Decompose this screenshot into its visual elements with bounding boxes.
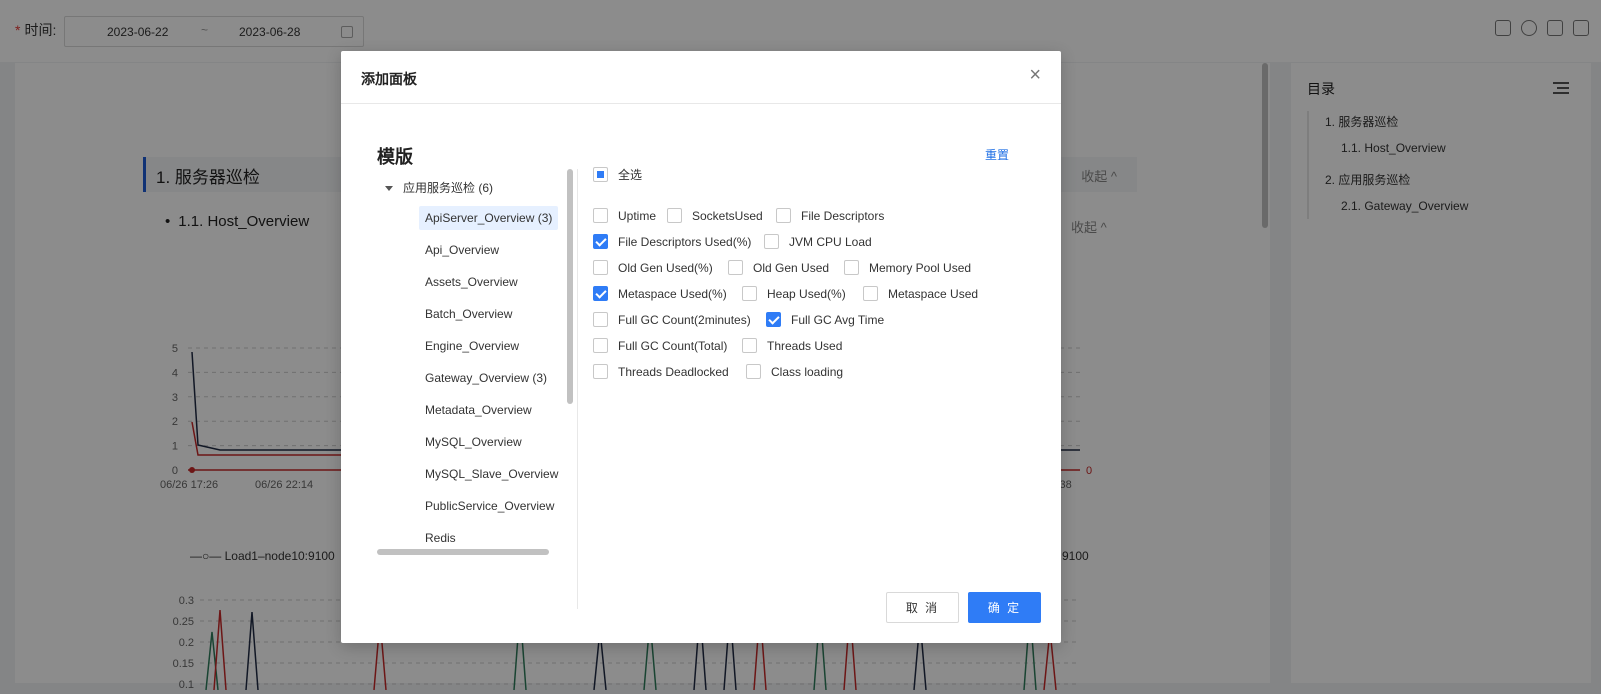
metric-checkbox[interactable]: Metaspace Used(%)	[593, 286, 727, 301]
metric-checkbox[interactable]: File Descriptors Used(%)	[593, 234, 751, 249]
checkbox-empty-icon[interactable]	[844, 260, 859, 275]
metric-checkbox[interactable]: Full GC Count(Total)	[593, 338, 727, 353]
metric-checkbox[interactable]: Memory Pool Used	[844, 260, 971, 275]
metric-label: Heap Used(%)	[767, 286, 846, 301]
metric-label: Memory Pool Used	[869, 260, 972, 275]
caret-down-icon[interactable]	[385, 186, 393, 192]
confirm-button[interactable]: 确 定	[968, 592, 1041, 623]
metric-label: Full GC Count(Total)	[618, 338, 728, 353]
metric-checkbox[interactable]: Heap Used(%)	[742, 286, 846, 301]
checkbox-empty-icon[interactable]	[742, 338, 757, 353]
tree-item[interactable]: Api_Overview	[419, 238, 505, 262]
metric-label: File Descriptors	[801, 208, 885, 223]
template-title: 模版	[377, 147, 413, 167]
checkbox-empty-icon[interactable]	[593, 208, 608, 223]
checkbox-empty-icon[interactable]	[764, 234, 779, 249]
metric-label: File Descriptors Used(%)	[618, 234, 752, 249]
metric-checkbox[interactable]: Full GC Count(2minutes)	[593, 312, 751, 327]
modal-header: 添加面板 ×	[341, 51, 1061, 104]
checkbox-empty-icon[interactable]	[593, 364, 608, 379]
close-icon[interactable]: ×	[1029, 65, 1041, 85]
metric-label: Full GC Count(2minutes)	[618, 312, 751, 327]
tree-item[interactable]: PublicService_Overview	[419, 494, 560, 518]
checkbox-checked-icon[interactable]	[593, 286, 608, 301]
tree-item[interactable]: ApiServer_Overview (3)	[419, 206, 559, 230]
metric-label: Old Gen Used(%)	[618, 260, 713, 275]
tree-item[interactable]: Batch_Overview	[419, 302, 518, 326]
tree-item[interactable]: Gateway_Overview (3)	[419, 366, 553, 390]
cancel-button[interactable]: 取 消	[886, 592, 959, 623]
metric-checkbox[interactable]: Uptime	[593, 208, 656, 223]
modal-title: 添加面板	[361, 71, 417, 87]
checkbox-checked-icon[interactable]	[593, 234, 608, 249]
tree-item[interactable]: Metadata_Overview	[419, 398, 538, 422]
tree-item[interactable]: Assets_Overview	[419, 270, 524, 294]
template-tree: 应用服务巡检 (6) ApiServer_Overview (3) Api_Ove…	[377, 169, 573, 607]
metric-label: Uptime	[618, 208, 657, 223]
tree-item[interactable]: MySQL_Overview	[419, 430, 528, 454]
checkbox-indeterminate-icon[interactable]	[593, 167, 608, 182]
metric-checkbox[interactable]: JVM CPU Load	[764, 234, 872, 249]
checkbox-empty-icon[interactable]	[593, 338, 608, 353]
checkbox-checked-icon[interactable]	[766, 312, 781, 327]
metric-label: Threads Used	[767, 338, 843, 353]
metric-checkbox[interactable]: Old Gen Used(%)	[593, 260, 713, 275]
metric-label: Old Gen Used	[753, 260, 830, 275]
panel-divider	[577, 169, 578, 609]
metric-label: Metaspace Used(%)	[618, 286, 727, 301]
tree-root-node[interactable]: 应用服务巡检 (6)	[385, 179, 493, 196]
select-all-checkbox[interactable]: 全选	[593, 166, 642, 183]
metric-checkbox[interactable]: Threads Used	[742, 338, 842, 353]
metric-label: Class loading	[771, 364, 844, 379]
add-panel-modal: 添加面板 × 模版 重置 应用服务巡检 (6) ApiServer_Overvi…	[341, 51, 1061, 643]
metric-label: Threads Deadlocked	[618, 364, 729, 379]
checkbox-empty-icon[interactable]	[742, 286, 757, 301]
reset-button[interactable]: 重置	[985, 146, 1009, 163]
metric-label: SocketsUsed	[692, 208, 763, 223]
checkbox-empty-icon[interactable]	[863, 286, 878, 301]
checkbox-empty-icon[interactable]	[728, 260, 743, 275]
tree-vertical-scrollbar[interactable]	[567, 169, 573, 404]
metric-checkbox[interactable]: File Descriptors	[776, 208, 884, 223]
metric-label: Metaspace Used	[888, 286, 979, 301]
tree-item[interactable]: Redis	[419, 526, 462, 550]
metric-checkbox[interactable]: Full GC Avg Time	[766, 312, 884, 327]
metric-checkbox[interactable]: Class loading	[746, 364, 843, 379]
tree-horizontal-scrollbar[interactable]	[377, 549, 549, 555]
checkbox-empty-icon[interactable]	[746, 364, 761, 379]
metric-checkbox[interactable]: Old Gen Used	[728, 260, 829, 275]
checkbox-empty-icon[interactable]	[593, 260, 608, 275]
metric-label: JVM CPU Load	[789, 234, 872, 249]
metric-checkbox[interactable]: Threads Deadlocked	[593, 364, 729, 379]
checkbox-empty-icon[interactable]	[776, 208, 791, 223]
checkbox-empty-icon[interactable]	[667, 208, 682, 223]
tree-item[interactable]: Engine_Overview	[419, 334, 525, 358]
tree-item[interactable]: MySQL_Slave_Overview	[419, 462, 564, 486]
metric-label: Full GC Avg Time	[791, 312, 885, 327]
metric-checkbox[interactable]: SocketsUsed	[667, 208, 763, 223]
metric-checkbox[interactable]: Metaspace Used	[863, 286, 978, 301]
checkbox-empty-icon[interactable]	[593, 312, 608, 327]
